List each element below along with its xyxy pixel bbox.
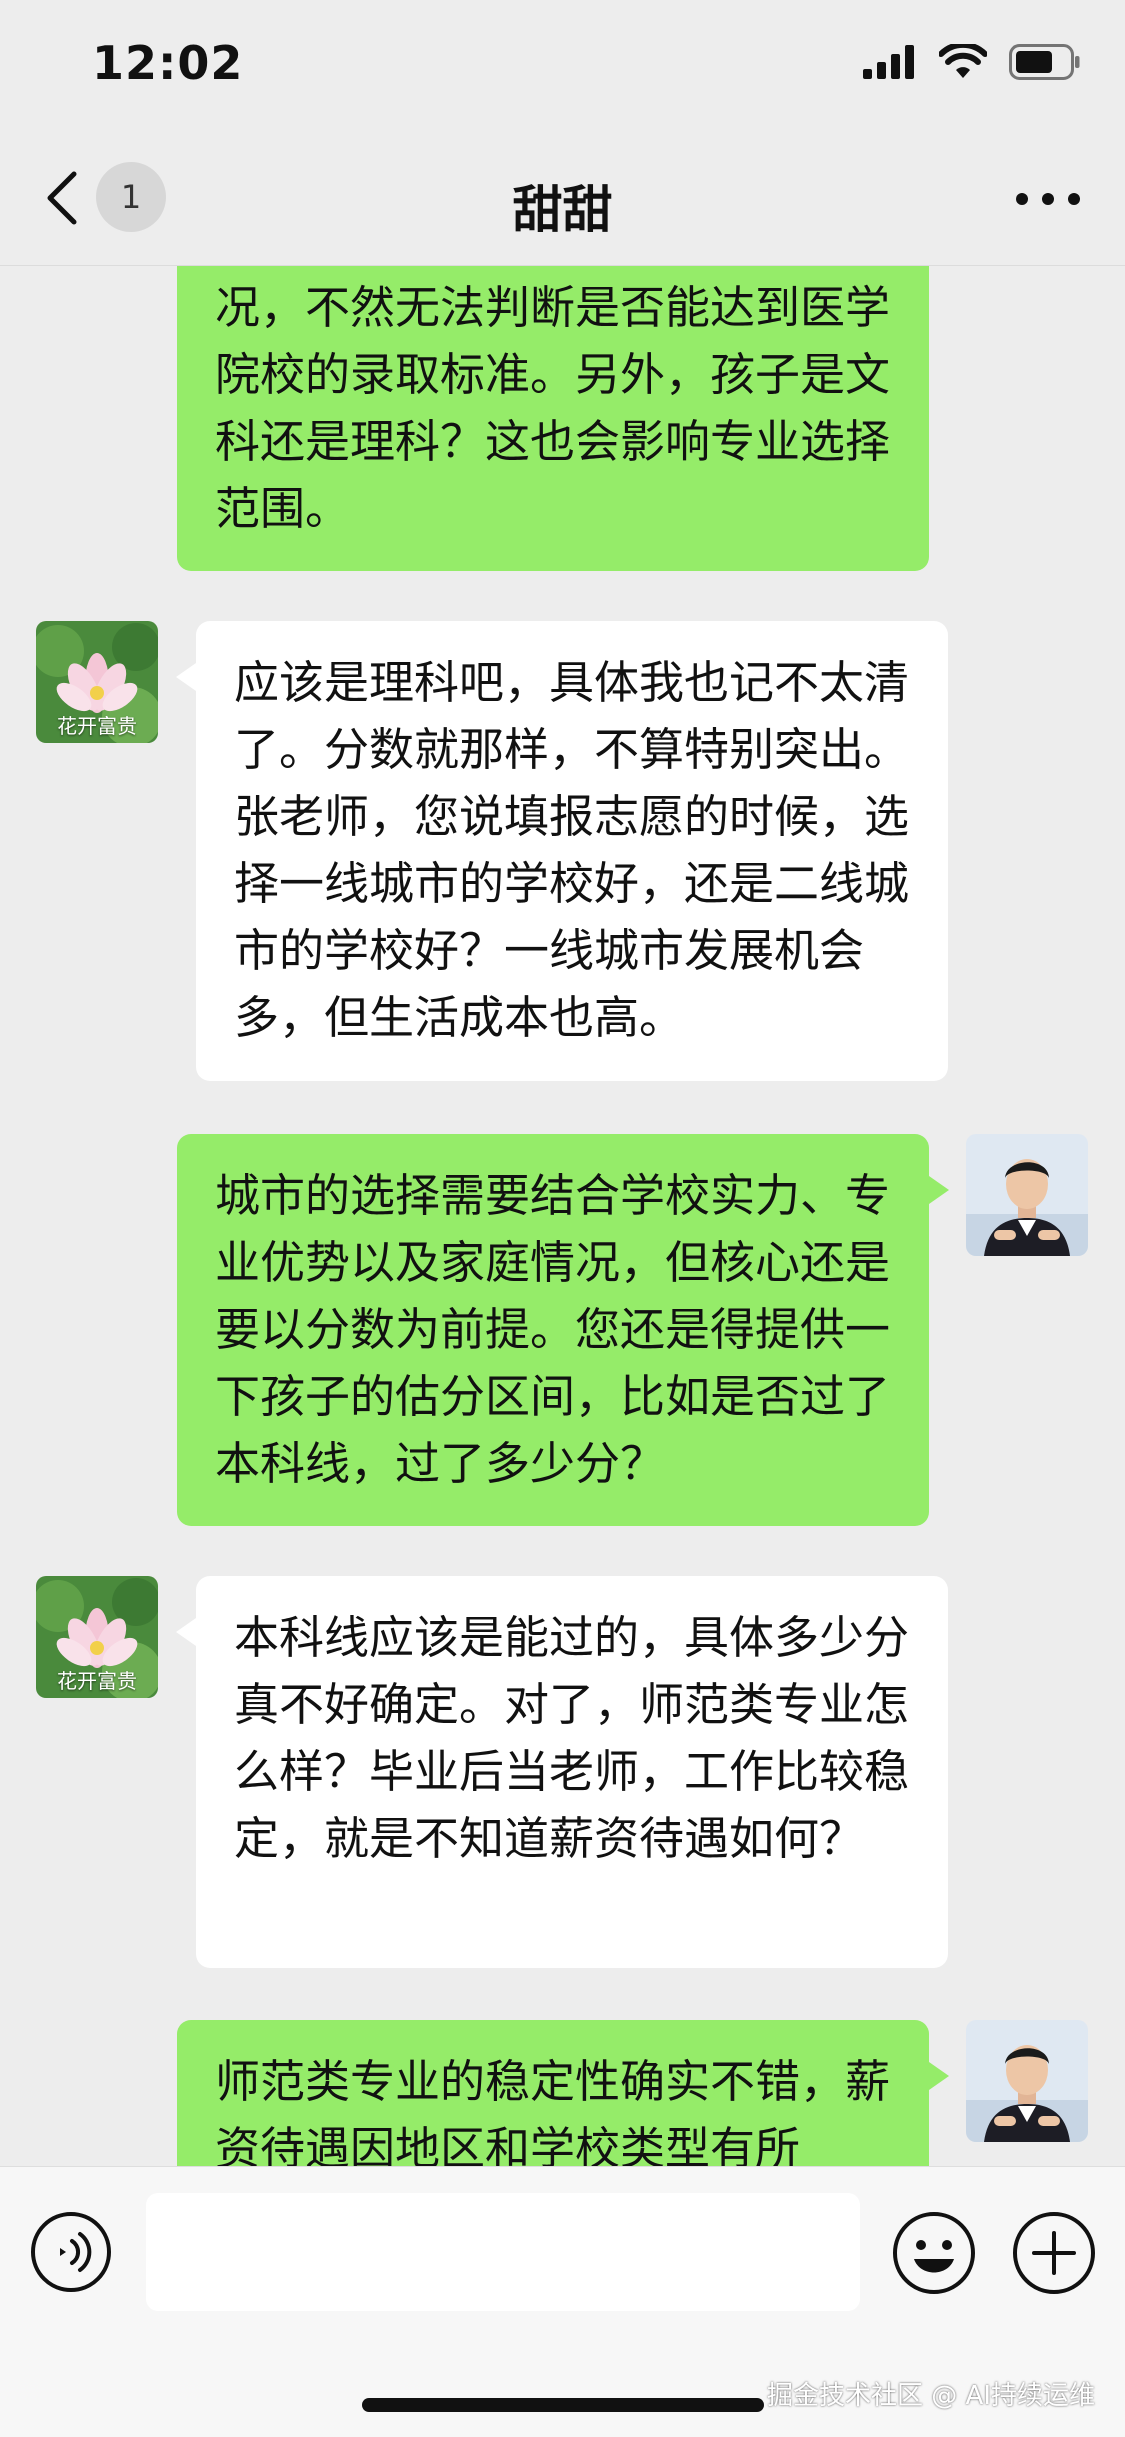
watermark: 掘金技术社区 @ AI持续运维 xyxy=(767,2381,1095,2411)
message-text: 师范类专业的稳定性确实不错，薪资待遇因地区和学校类型有所 xyxy=(215,2055,891,2166)
battery-icon xyxy=(1009,44,1080,80)
avatar-caption: 花开富贵 xyxy=(57,1669,137,1693)
cellular-signal-icon xyxy=(863,45,914,79)
user-portrait-icon xyxy=(966,2020,1088,2142)
user-portrait-icon xyxy=(966,1134,1088,1256)
more-options-icon[interactable] xyxy=(1013,184,1083,214)
message-input[interactable] xyxy=(146,2193,860,2311)
contact-avatar[interactable]: 花开富贵 xyxy=(36,1576,158,1698)
chat-header: 1 甜甜 xyxy=(0,130,1125,266)
status-icons xyxy=(863,44,1081,80)
contact-avatar[interactable]: 花开富贵 xyxy=(36,621,158,743)
outgoing-message-bubble[interactable]: 师范类专业的稳定性确实不错，薪资待遇因地区和学校类型有所 xyxy=(177,2020,949,2166)
emoji-icon[interactable] xyxy=(892,2211,976,2295)
incoming-message-bubble[interactable]: 本科线应该是能过的，具体多少分真不好确定。对了，师范类专业怎么样？毕业后当老师，… xyxy=(176,1576,948,1968)
message-list[interactable]: 况，不然无法判断是否能达到医学院校的录取标准。另外，孩子是文科还是理科？这也会影… xyxy=(0,266,1125,2166)
message-text: 城市的选择需要结合学校实力、专业优势以及家庭情况，但核心还是要以分数为前提。您还… xyxy=(215,1169,891,1490)
user-avatar[interactable] xyxy=(966,1134,1088,1256)
message-text: 况，不然无法判断是否能达到医学院校的录取标准。另外，孩子是文科还是理科？这也会影… xyxy=(215,281,891,535)
status-time: 12:02 xyxy=(92,36,244,90)
incoming-message-bubble[interactable]: 应该是理科吧，具体我也记不太清了。分数就那样，不算特别突出。张老师，您说填报志愿… xyxy=(176,621,948,1081)
home-indicator xyxy=(362,2398,764,2412)
wifi-icon xyxy=(939,44,987,78)
avatar-caption: 花开富贵 xyxy=(57,714,137,738)
chat-title: 甜甜 xyxy=(512,181,613,239)
input-bar: 掘金技术社区 @ AI持续运维 xyxy=(0,2166,1125,2437)
message-text: 本科线应该是能过的，具体多少分真不好确定。对了，师范类专业怎么样？毕业后当老师，… xyxy=(234,1611,910,1865)
outgoing-message-bubble[interactable]: 城市的选择需要结合学校实力、专业优势以及家庭情况，但核心还是要以分数为前提。您还… xyxy=(177,1134,949,1526)
add-more-icon[interactable] xyxy=(1012,2211,1096,2295)
voice-input-icon[interactable] xyxy=(30,2211,112,2293)
message-text: 应该是理科吧，具体我也记不太清了。分数就那样，不算特别突出。张老师，您说填报志愿… xyxy=(234,656,910,1044)
status-bar: 12:02 xyxy=(0,0,1125,130)
user-avatar[interactable] xyxy=(966,2020,1088,2142)
outgoing-message-bubble[interactable]: 况，不然无法判断是否能达到医学院校的录取标准。另外，孩子是文科还是理科？这也会影… xyxy=(177,266,929,571)
